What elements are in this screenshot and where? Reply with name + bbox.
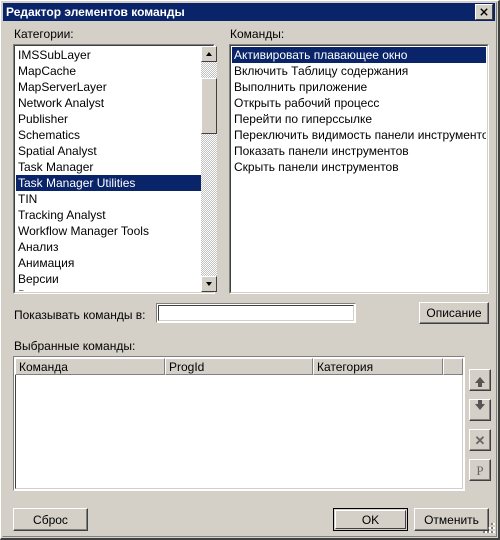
title-bar: Редактор элементов команды [3, 3, 495, 21]
category-list-item[interactable]: Network Analyst [16, 95, 212, 111]
command-list-item[interactable]: Скрыть панели инструментов [232, 159, 486, 175]
category-list-item[interactable]: Task Manager [16, 159, 212, 175]
commands-list-items[interactable]: Активировать плавающее окно Включить Табл… [232, 47, 486, 291]
commands-label: Команды: [230, 27, 285, 41]
show-commands-in-input[interactable] [158, 305, 354, 321]
show-commands-in-label: Показывать команды в: [14, 308, 146, 322]
close-x-icon: ✕ [474, 432, 486, 448]
arrow-down-icon [475, 400, 485, 410]
category-list-item[interactable]: Анимация [16, 255, 212, 271]
category-list-item[interactable]: MapServerLayer [16, 79, 212, 95]
category-list-item[interactable]: Анализ [16, 239, 212, 255]
category-list-item[interactable]: Workflow Manager Tools [16, 223, 212, 239]
arrow-up-icon [475, 377, 485, 387]
category-list-item[interactable]: Schematics [16, 127, 212, 143]
window-title: Редактор элементов команды [6, 5, 185, 19]
command-list-item[interactable]: Переключить видимость панели инструменто… [232, 127, 486, 143]
categories-list-items[interactable]: IMSSubLayer MapCache MapServerLayer Network… [16, 47, 212, 291]
scroll-up-icon[interactable] [201, 46, 217, 62]
grid-column-header-spacer [443, 358, 463, 375]
cancel-button-label: Отменить [424, 512, 479, 527]
resize-grip[interactable] [483, 523, 495, 535]
command-list-item[interactable]: Активировать плавающее окно [232, 47, 486, 63]
ok-button-face: OK [335, 510, 406, 529]
category-list-item[interactable]: Publisher [16, 111, 212, 127]
categories-listbox[interactable]: IMSSubLayer MapCache MapServerLayer Network… [13, 44, 215, 294]
grid-column-header[interactable]: Команда [15, 358, 165, 375]
reset-button[interactable]: Сброс [13, 508, 88, 531]
categories-scrollbar[interactable] [201, 46, 217, 292]
description-button[interactable]: Описание [419, 302, 489, 324]
command-list-item[interactable]: Включить Таблицу содержания [232, 63, 486, 79]
grid-column-header[interactable]: Категория [313, 358, 443, 375]
category-list-item[interactable]: Tracking Analyst [16, 207, 212, 223]
category-list-item[interactable]: MapCache [16, 63, 212, 79]
grid-body[interactable] [15, 358, 463, 489]
arrow-down-glyph [206, 282, 212, 286]
command-list-item[interactable]: Выполнить приложение [232, 79, 486, 95]
grid-header-row[interactable]: Команда ProgId Категория [15, 358, 463, 375]
command-list-item[interactable]: Перейти по гиперссылке [232, 111, 486, 127]
grid-column-header[interactable]: ProgId [165, 358, 313, 375]
close-icon[interactable] [475, 4, 493, 20]
delete-button[interactable]: ✕ [469, 429, 491, 451]
categories-label: Категории: [14, 27, 74, 41]
category-list-item[interactable]: Вид [16, 287, 212, 291]
description-button-label: Описание [426, 306, 482, 320]
scroll-down-icon[interactable] [201, 276, 217, 292]
category-list-item[interactable]: Task Manager Utilities [16, 175, 212, 191]
category-list-item[interactable]: Версии [16, 271, 212, 287]
command-item-editor-dialog: Редактор элементов команды Категории: Ко… [0, 0, 500, 540]
selected-commands-label: Выбранные команды: [14, 339, 136, 353]
cancel-button[interactable]: Отменить [414, 508, 489, 531]
reset-button-label: Сброс [33, 512, 68, 527]
category-list-item[interactable]: Spatial Analyst [16, 143, 212, 159]
move-up-button[interactable] [469, 369, 491, 391]
ok-button[interactable]: OK [333, 508, 408, 531]
selected-commands-grid[interactable]: Команда ProgId Категория [13, 356, 465, 491]
arrow-up-glyph [206, 52, 212, 56]
properties-button[interactable]: P [469, 459, 491, 481]
show-commands-in-field-wrap[interactable] [156, 303, 356, 323]
category-list-item[interactable]: TIN [16, 191, 212, 207]
commands-listbox[interactable]: Активировать плавающее окно Включить Табл… [229, 44, 489, 294]
ok-button-label: OK [361, 512, 380, 527]
scrollbar-thumb[interactable] [201, 78, 217, 134]
category-list-item[interactable]: IMSSubLayer [16, 47, 212, 63]
move-down-button[interactable] [469, 399, 491, 421]
command-list-item[interactable]: Показать панели инструментов [232, 143, 486, 159]
close-glyph [480, 8, 488, 16]
properties-p-icon: P [476, 462, 484, 478]
command-list-item[interactable]: Открыть рабочий процесс [232, 95, 486, 111]
